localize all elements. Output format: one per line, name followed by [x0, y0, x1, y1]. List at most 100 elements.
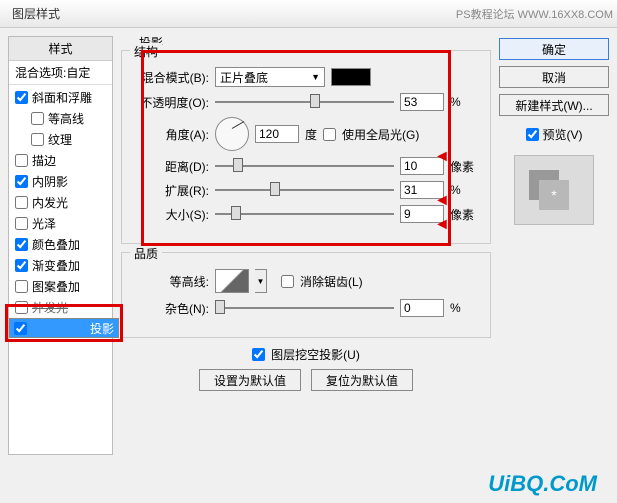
noise-row: 杂色(N): 0 % — [134, 299, 478, 317]
style-checkbox[interactable] — [15, 91, 28, 104]
spread-row: 扩展(R): 31 % — [134, 181, 478, 199]
set-default-button[interactable]: 设置为默认值 — [199, 369, 301, 391]
style-item-0[interactable]: 斜面和浮雕 — [9, 87, 112, 108]
cancel-button[interactable]: 取消 — [499, 66, 609, 88]
style-item-4[interactable]: 内阴影 — [9, 171, 112, 192]
style-label: 内阴影 — [32, 173, 68, 190]
size-input[interactable]: 9 — [400, 205, 444, 223]
style-label: 内发光 — [32, 194, 68, 211]
shadow-color-swatch[interactable] — [331, 68, 371, 86]
knockout-label: 图层挖空投影(U) — [271, 346, 360, 363]
reset-default-button[interactable]: 复位为默认值 — [311, 369, 413, 391]
style-label: 描边 — [32, 152, 56, 169]
style-item-6[interactable]: 光泽 — [9, 213, 112, 234]
structure-title: 结构 — [130, 43, 162, 60]
center-panel: 投影 结构 混合模式(B): 正片叠底 ▼ 不透明度(O): 53 % 角度(A… — [121, 36, 491, 455]
style-item-11[interactable]: 投影 — [9, 318, 119, 338]
spread-slider[interactable] — [215, 181, 394, 199]
styles-header: 样式 — [9, 37, 112, 61]
noise-input[interactable]: 0 — [400, 299, 444, 317]
style-label: 投影 — [90, 320, 114, 337]
style-checkbox[interactable] — [15, 301, 28, 314]
global-light-checkbox[interactable] — [323, 128, 336, 141]
style-label: 纹理 — [48, 131, 72, 148]
size-unit: 像素 — [450, 206, 478, 223]
new-style-button[interactable]: 新建样式(W)... — [499, 94, 609, 116]
dropdown-arrow-icon: ▼ — [311, 72, 320, 82]
right-panel: 确定 取消 新建样式(W)... 预览(V) * — [499, 36, 609, 455]
blend-mode-select[interactable]: 正片叠底 ▼ — [215, 67, 325, 87]
style-checkbox[interactable] — [15, 259, 28, 272]
style-label: 外发光 — [32, 299, 68, 316]
opacity-input[interactable]: 53 — [400, 93, 444, 111]
window-title: 图层样式 — [4, 5, 60, 22]
style-item-3[interactable]: 描边 — [9, 150, 112, 171]
opacity-label: 不透明度(O): — [134, 94, 209, 111]
blend-options-row[interactable]: 混合选项:自定 — [9, 61, 112, 85]
contour-dropdown-icon[interactable]: ▼ — [255, 269, 267, 293]
style-checkbox[interactable] — [15, 175, 28, 188]
contour-picker[interactable] — [215, 269, 249, 293]
preview-thumbnail: * — [514, 155, 594, 225]
style-checkbox[interactable] — [31, 112, 44, 125]
opacity-slider[interactable] — [215, 93, 394, 111]
angle-input[interactable]: 120 — [255, 125, 299, 143]
style-item-7[interactable]: 颜色叠加 — [9, 234, 112, 255]
contour-label: 等高线: — [134, 273, 209, 290]
defaults-row: 设置为默认值 复位为默认值 — [121, 369, 491, 391]
size-row: 大小(S): 9 像素 — [134, 205, 478, 223]
angle-unit: 度 — [305, 126, 317, 143]
spread-label: 扩展(R): — [134, 182, 209, 199]
noise-label: 杂色(N): — [134, 300, 209, 317]
style-label: 图案叠加 — [32, 278, 80, 295]
style-checkbox[interactable] — [15, 217, 28, 230]
style-checkbox[interactable] — [15, 196, 28, 209]
style-checkbox[interactable] — [15, 154, 28, 167]
blend-mode-label: 混合模式(B): — [134, 69, 209, 86]
spread-unit: % — [450, 183, 478, 197]
distance-label: 距离(D): — [134, 158, 209, 175]
contour-row: 等高线: ▼ 消除锯齿(L) — [134, 269, 478, 293]
size-slider[interactable] — [215, 205, 394, 223]
quality-group: 品质 等高线: ▼ 消除锯齿(L) 杂色(N): 0 % — [121, 252, 491, 338]
style-item-5[interactable]: 内发光 — [9, 192, 112, 213]
preview-label: 预览(V) — [543, 126, 583, 143]
style-checkbox[interactable] — [15, 280, 28, 293]
style-item-2[interactable]: 纹理 — [9, 129, 112, 150]
style-label: 光泽 — [32, 215, 56, 232]
style-label: 渐变叠加 — [32, 257, 80, 274]
angle-dial[interactable] — [215, 117, 249, 151]
antialias-label: 消除锯齿(L) — [300, 273, 363, 290]
angle-label: 角度(A): — [134, 126, 209, 143]
style-item-9[interactable]: 图案叠加 — [9, 276, 112, 297]
preview-checkbox[interactable] — [526, 128, 539, 141]
antialias-checkbox[interactable] — [281, 275, 294, 288]
global-light-label: 使用全局光(G) — [342, 126, 419, 143]
style-checkbox[interactable] — [14, 322, 27, 335]
structure-group: 结构 混合模式(B): 正片叠底 ▼ 不透明度(O): 53 % 角度(A): … — [121, 50, 491, 244]
style-label: 斜面和浮雕 — [32, 89, 92, 106]
preview-asterisk-icon: * — [539, 180, 569, 210]
noise-slider[interactable] — [215, 299, 394, 317]
distance-row: 距离(D): 10 像素 — [134, 157, 478, 175]
style-checkbox[interactable] — [31, 133, 44, 146]
blend-mode-value: 正片叠底 — [220, 69, 268, 86]
ok-button[interactable]: 确定 — [499, 38, 609, 60]
knockout-row: 图层挖空投影(U) — [121, 346, 491, 363]
watermark: PS教程论坛 WWW.16XX8.COM — [456, 6, 613, 22]
distance-unit: 像素 — [450, 158, 478, 175]
style-item-10[interactable]: 外发光 — [9, 297, 112, 318]
opacity-unit: % — [450, 95, 478, 109]
blend-mode-row: 混合模式(B): 正片叠底 ▼ — [134, 67, 478, 87]
style-label: 等高线 — [48, 110, 84, 127]
styles-panel: 样式 混合选项:自定 斜面和浮雕等高线纹理描边内阴影内发光光泽颜色叠加渐变叠加图… — [8, 36, 113, 455]
knockout-checkbox[interactable] — [252, 348, 265, 361]
distance-slider[interactable] — [215, 157, 394, 175]
style-item-1[interactable]: 等高线 — [9, 108, 112, 129]
style-item-8[interactable]: 渐变叠加 — [9, 255, 112, 276]
spread-input[interactable]: 31 — [400, 181, 444, 199]
opacity-row: 不透明度(O): 53 % — [134, 93, 478, 111]
size-label: 大小(S): — [134, 206, 209, 223]
distance-input[interactable]: 10 — [400, 157, 444, 175]
style-checkbox[interactable] — [15, 238, 28, 251]
